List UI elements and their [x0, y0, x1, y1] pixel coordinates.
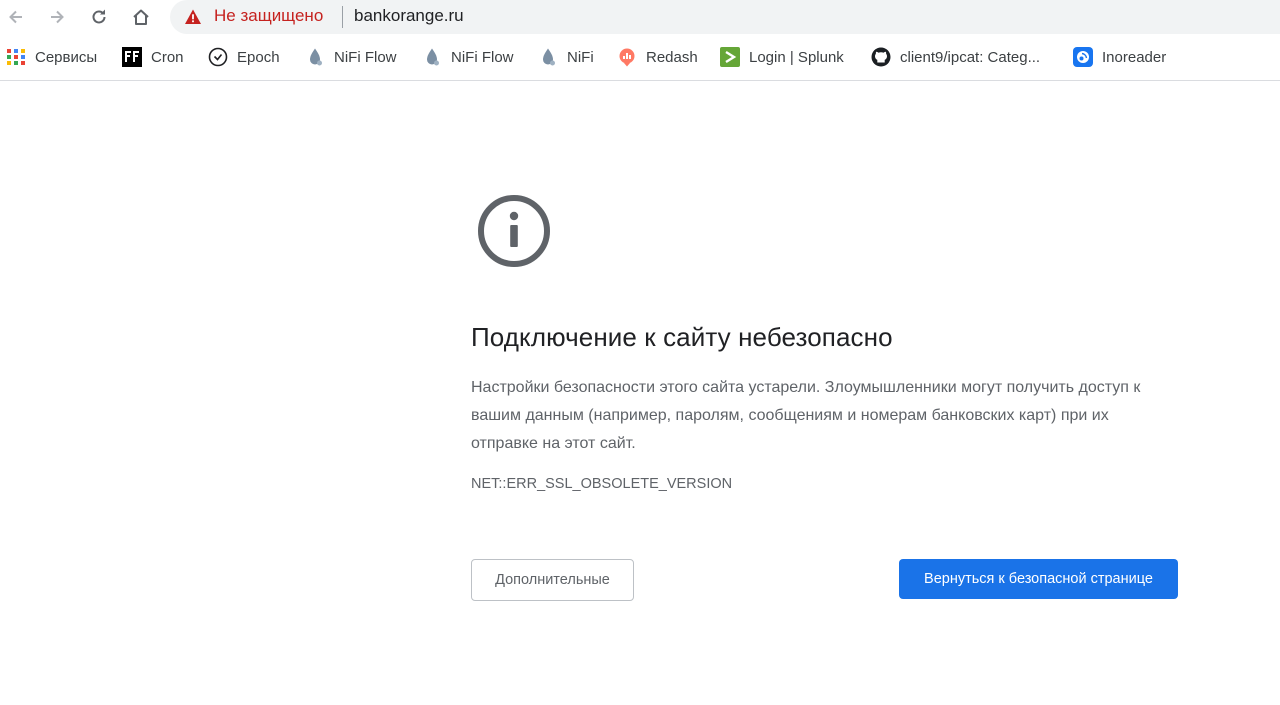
bookmark-label: NiFi — [567, 48, 594, 66]
bookmarks-bar: Сервисы Cron Epoch NiFi Flow NiFi Flow N… — [0, 34, 1280, 81]
home-button[interactable] — [127, 3, 155, 31]
bookmark-label: Epoch — [237, 48, 280, 66]
bookmark-label: NiFi Flow — [451, 48, 514, 66]
browser-toolbar: Не защищено bankorange.ru — [0, 0, 1280, 34]
page-title: Подключение к сайту небезопасно — [471, 322, 893, 352]
forward-button[interactable] — [43, 3, 71, 31]
inoreader-icon — [1073, 47, 1093, 67]
reload-icon — [92, 9, 106, 24]
info-circle-icon — [478, 195, 550, 267]
error-code[interactable]: NET::ERR_SSL_OBSOLETE_VERSION — [471, 476, 732, 492]
security-explanation: Настройки безопасности этого сайта устар… — [471, 379, 1141, 452]
arrow-left-icon — [9, 10, 22, 24]
bookmark-label: Login | Splunk — [749, 48, 844, 66]
bookmark-github-ipcat[interactable]: client9/ipcat: Categ... — [871, 46, 1040, 68]
address-bar[interactable]: Не защищено bankorange.ru — [170, 0, 1280, 34]
bookmark-epoch[interactable]: Epoch — [208, 46, 280, 68]
drop-icon — [427, 48, 439, 66]
apps-grid-icon — [7, 49, 25, 65]
reload-button[interactable] — [85, 3, 113, 31]
bookmark-label: Redash — [646, 48, 698, 66]
bookmark-label: NiFi Flow — [334, 48, 397, 66]
drop-icon — [310, 48, 322, 66]
url-text[interactable]: bankorange.ru — [354, 6, 464, 26]
bookmark-label: client9/ipcat: Categ... — [900, 48, 1041, 66]
back-button[interactable] — [2, 3, 30, 31]
bookmark-label: Сервисы — [35, 48, 98, 66]
ff-logo-icon — [122, 47, 142, 67]
omnibox-divider — [342, 6, 343, 28]
bookmark-inoreader[interactable]: Inoreader — [1073, 46, 1166, 68]
bookmark-nifi[interactable]: NiFi — [538, 46, 594, 68]
bookmark-nifi-flow-1[interactable]: NiFi Flow — [305, 46, 397, 68]
security-status-label[interactable]: Не защищено — [214, 6, 323, 26]
bookmark-label: Inoreader — [1102, 48, 1167, 66]
bookmark-label: Cron — [151, 48, 184, 66]
back-to-safety-button[interactable]: Вернуться к безопасной странице — [899, 559, 1178, 599]
advanced-button[interactable]: Дополнительные — [471, 559, 634, 601]
bookmark-splunk[interactable]: Login | Splunk — [720, 46, 844, 68]
warning-triangle-icon[interactable] — [184, 8, 202, 26]
drop-icon — [543, 48, 555, 66]
github-icon — [871, 47, 891, 67]
clock-icon — [208, 47, 228, 67]
arrow-right-icon — [51, 10, 64, 24]
bookmark-nifi-flow-2[interactable]: NiFi Flow — [422, 46, 514, 68]
bookmark-redash[interactable]: Redash — [617, 46, 698, 68]
home-icon — [133, 9, 149, 25]
bookmark-cron[interactable]: Cron — [122, 46, 184, 68]
bookmark-services[interactable]: Сервисы — [6, 46, 97, 68]
redash-icon — [619, 48, 635, 67]
splunk-icon — [720, 47, 740, 67]
